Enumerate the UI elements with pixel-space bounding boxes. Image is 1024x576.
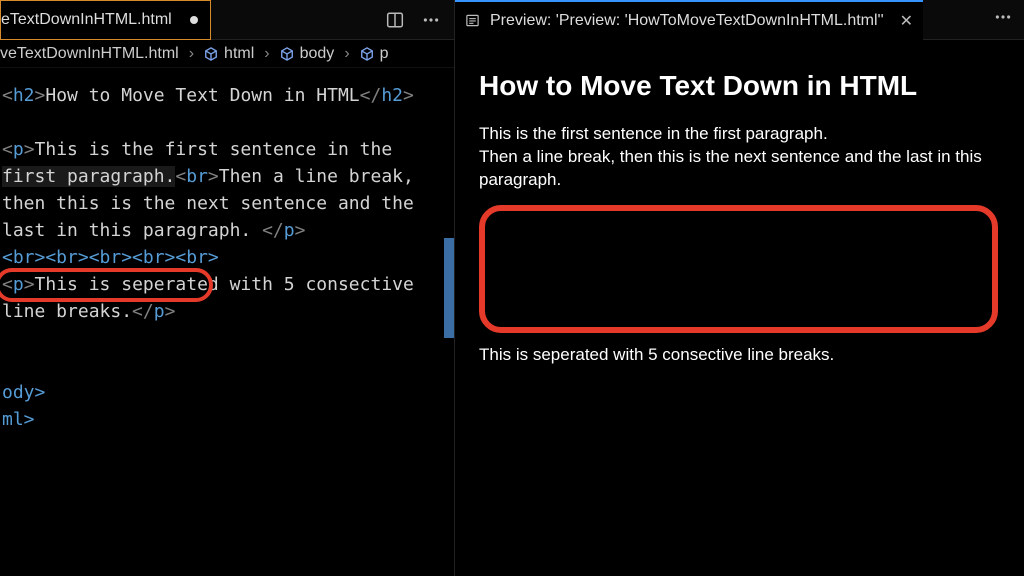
preview-tab-label: Preview: 'Preview: 'HowToMoveTextDownInH… <box>490 12 884 30</box>
breadcrumb[interactable]: veTextDownInHTML.html › html › body › p <box>0 40 454 68</box>
element-icon <box>360 47 374 61</box>
br-sequence: <br><br><br><br><br> <box>2 247 219 268</box>
preview-tabbar: Preview: 'Preview: 'HowToMoveTextDownInH… <box>455 0 1024 40</box>
unsaved-dot-icon <box>190 16 198 24</box>
editor-pane: eTextDownInHTML.html veTextDownInHTML.ht… <box>0 0 455 576</box>
tab-label: eTextDownInHTML.html <box>1 11 172 29</box>
more-actions-icon[interactable] <box>422 11 440 29</box>
more-actions-icon[interactable] <box>982 8 1024 31</box>
breadcrumb-file[interactable]: veTextDownInHTML.html <box>0 45 179 63</box>
breadcrumb-body[interactable]: body <box>300 45 335 63</box>
preview-pane: Preview: 'Preview: 'HowToMoveTextDownInH… <box>455 0 1024 576</box>
preview-paragraph-2: This is seperated with 5 consective line… <box>479 343 1000 366</box>
preview-content: How to Move Text Down in HTML This is th… <box>455 40 1024 576</box>
red-annotation-box-right <box>479 205 998 333</box>
code-editor[interactable]: <h2>How to Move Text Down in HTML</h2> <… <box>0 68 454 576</box>
preview-icon <box>465 13 480 28</box>
element-icon <box>280 47 294 61</box>
breadcrumb-p[interactable]: p <box>380 45 389 63</box>
split-editor-icon[interactable] <box>386 11 404 29</box>
chevron-right-icon: › <box>342 45 351 63</box>
preview-tab[interactable]: Preview: 'Preview: 'HowToMoveTextDownInH… <box>455 0 923 40</box>
close-icon[interactable]: ✕ <box>894 11 913 31</box>
preview-heading: How to Move Text Down in HTML <box>479 70 1000 102</box>
scrollbar-indicator[interactable] <box>444 238 454 338</box>
preview-paragraph-1: This is the first sentence in the first … <box>479 122 1000 191</box>
chevron-right-icon: › <box>187 45 196 63</box>
breadcrumb-html[interactable]: html <box>224 45 254 63</box>
chevron-right-icon: › <box>262 45 271 63</box>
element-icon <box>204 47 218 61</box>
editor-tabbar: eTextDownInHTML.html <box>0 0 454 40</box>
editor-tab[interactable]: eTextDownInHTML.html <box>0 0 211 40</box>
